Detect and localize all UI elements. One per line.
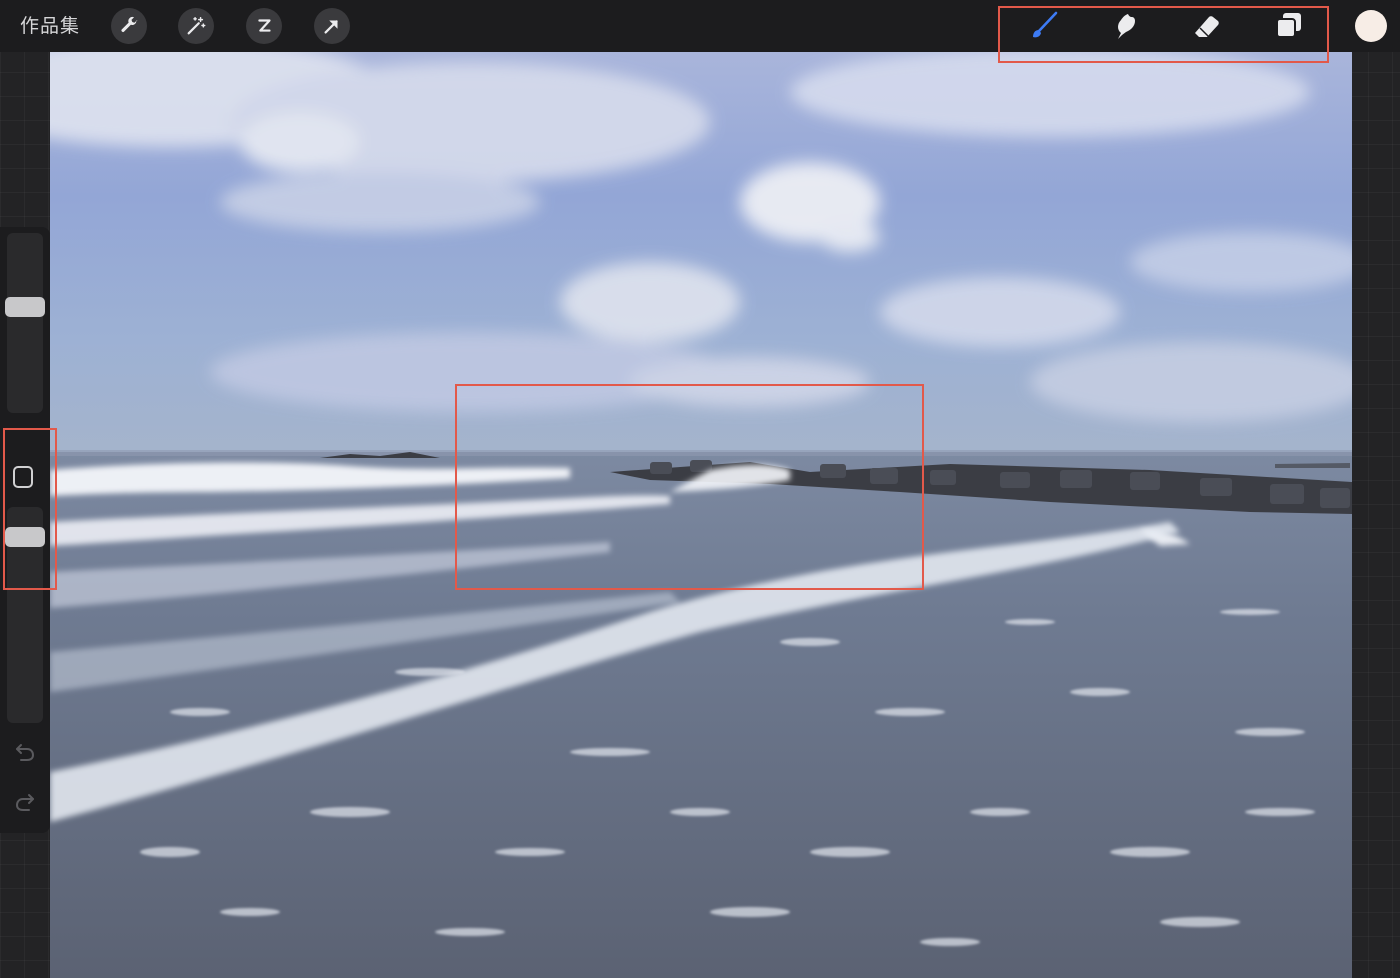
smudge-tool-button[interactable] <box>1105 8 1145 44</box>
layers-icon <box>1276 13 1301 38</box>
smudge-icon <box>1118 14 1135 39</box>
transform-arrow-icon <box>324 20 338 34</box>
magic-wand-icon <box>187 17 206 35</box>
eraser-tool-button[interactable] <box>1187 8 1227 44</box>
undo-icon[interactable] <box>12 739 38 765</box>
brush-icon <box>1033 11 1058 38</box>
redo-icon[interactable] <box>12 789 38 815</box>
layers-tool-button[interactable] <box>1269 8 1309 44</box>
color-picker-button[interactable] <box>1355 10 1387 42</box>
opacity-slider-thumb[interactable] <box>5 527 45 547</box>
left-sidebar <box>0 227 50 833</box>
wrench-icon <box>121 16 138 32</box>
transform-button[interactable] <box>314 8 350 44</box>
brush-size-slider-track[interactable] <box>7 233 43 413</box>
selection-icon <box>258 19 271 32</box>
beach-photo <box>50 52 1352 978</box>
adjustments-button[interactable] <box>178 8 214 44</box>
brush-tool-button[interactable] <box>1024 8 1064 44</box>
selection-button[interactable] <box>246 8 282 44</box>
top-toolbar: 作品集 <box>0 0 1400 52</box>
drawing-canvas[interactable] <box>50 52 1352 978</box>
actions-button[interactable] <box>111 8 147 44</box>
brush-size-slider-thumb[interactable] <box>5 297 45 317</box>
modifier-button[interactable] <box>13 466 33 488</box>
gallery-button[interactable]: 作品集 <box>20 11 80 41</box>
eraser-icon <box>1195 16 1219 37</box>
